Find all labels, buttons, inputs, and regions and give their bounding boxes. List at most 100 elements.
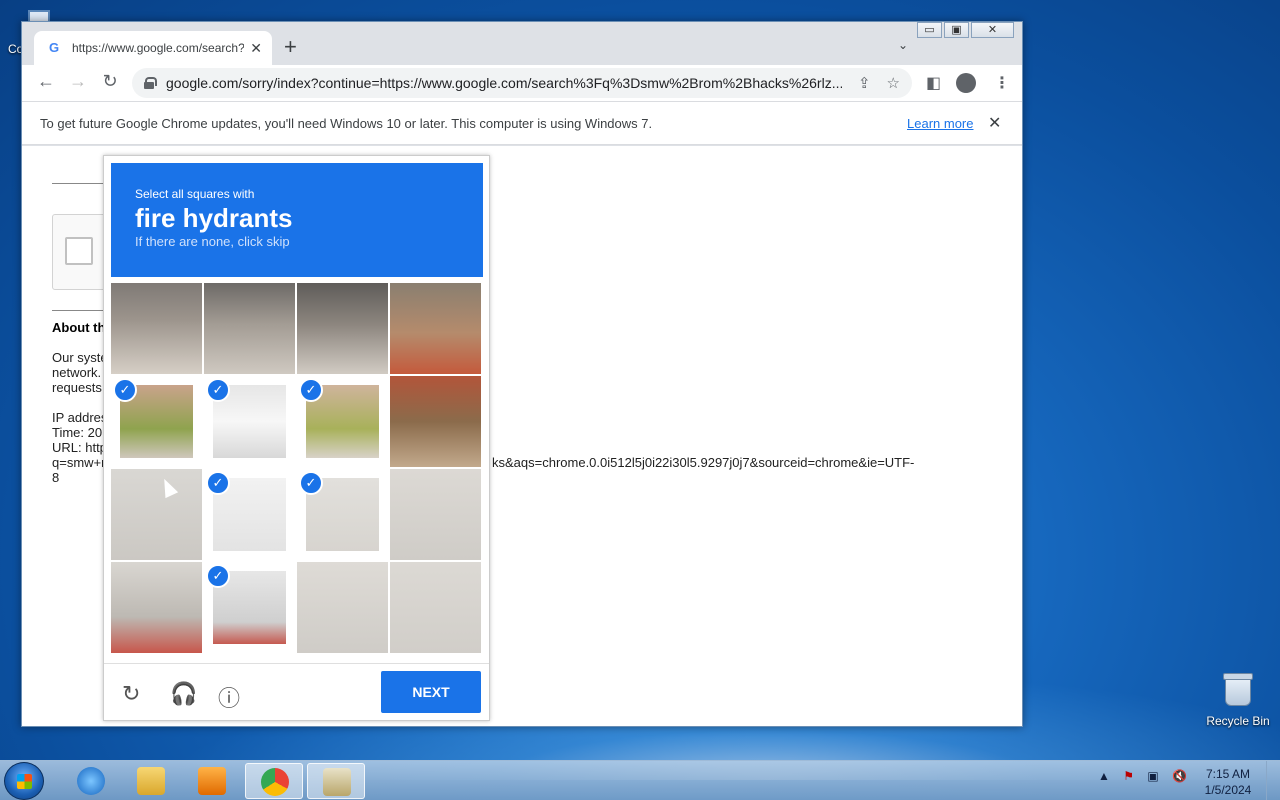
reload-challenge-icon[interactable]: ↻	[122, 681, 140, 707]
recycle-bin-icon	[1223, 673, 1253, 706]
captcha-tile[interactable]: ✓	[204, 469, 295, 560]
share-icon[interactable]: ⇪	[858, 74, 871, 92]
infobar-message: To get future Google Chrome updates, you…	[40, 116, 653, 131]
para1-line: network.	[52, 365, 102, 380]
google-favicon-icon: G	[48, 40, 60, 55]
clock-time: 7:15 AM	[1205, 767, 1251, 781]
maximize-button[interactable]: ▣	[944, 22, 969, 38]
new-tab-button[interactable]: +	[284, 34, 297, 60]
action-center-flag-icon[interactable]: ⚑	[1123, 769, 1134, 783]
learn-more-link[interactable]: Learn more	[907, 116, 973, 131]
captcha-tile[interactable]: ✓	[297, 469, 388, 560]
captcha-tile-image	[390, 469, 481, 560]
tray-expand-icon[interactable]: ▲	[1098, 769, 1110, 783]
captcha-tile-image	[111, 283, 202, 374]
selected-check-icon: ✓	[206, 378, 230, 402]
captcha-tile[interactable]	[111, 562, 202, 653]
folder-icon	[137, 767, 165, 795]
next-button[interactable]: NEXT	[381, 671, 481, 713]
address-text[interactable]: google.com/sorry/index?continue=https://…	[166, 75, 842, 91]
system-tray: ▲ ⚑ ▣ 🔇	[1098, 769, 1197, 783]
instruction-small: Select all squares with	[135, 187, 255, 201]
taskbar-ie[interactable]	[62, 763, 120, 799]
captcha-tile[interactable]: ✓	[204, 562, 295, 653]
lock-icon[interactable]	[144, 77, 157, 89]
forward-button[interactable]: →	[66, 71, 90, 92]
selected-check-icon: ✓	[299, 471, 323, 495]
time-line: Time: 20	[52, 425, 103, 440]
recaptcha-challenge: Select all squares with fire hydrants If…	[103, 155, 490, 721]
show-desktop-button[interactable]	[1266, 761, 1280, 800]
back-button[interactable]: ←	[34, 71, 58, 92]
media-player-icon	[198, 767, 226, 795]
taskbar-app[interactable]	[307, 763, 365, 799]
app-icon	[323, 768, 351, 796]
bookmark-star-icon[interactable]: ☆	[887, 74, 900, 92]
challenge-footer: ↻ 🎧 ⓘ NEXT	[104, 663, 489, 721]
para1-line: requests	[52, 380, 102, 395]
captcha-tile[interactable]	[390, 376, 481, 467]
captcha-tile[interactable]: ✓	[204, 376, 295, 467]
info-icon[interactable]: ⓘ	[218, 681, 240, 713]
tab-close-icon[interactable]: ✕	[250, 40, 262, 57]
captcha-tile[interactable]	[204, 283, 295, 374]
clock-date: 1/5/2024	[1204, 783, 1252, 797]
ip-address-line: IP addres	[52, 410, 108, 425]
captcha-tile[interactable]	[297, 283, 388, 374]
side-panel-icon[interactable]: ◧	[926, 73, 941, 93]
captcha-tile[interactable]	[390, 469, 481, 560]
challenge-header: Select all squares with fire hydrants If…	[111, 163, 483, 277]
infobar-close-icon[interactable]: ✕	[988, 113, 1001, 133]
network-icon[interactable]: ▣	[1147, 769, 1158, 783]
taskbar: ▲ ⚑ ▣ 🔇 7:15 AM 1/5/2024	[0, 760, 1280, 800]
start-button[interactable]	[4, 762, 44, 800]
taskbar-media-player[interactable]	[183, 763, 241, 799]
captcha-tile[interactable]	[390, 283, 481, 374]
chrome-icon	[261, 768, 289, 796]
captcha-tile[interactable]: ✓	[297, 376, 388, 467]
recycle-bin-label: Recycle Bin	[1206, 714, 1270, 728]
tab-search-chevron-icon[interactable]: ⌄	[898, 38, 908, 52]
address-bar[interactable]: google.com/sorry/index?continue=https://…	[132, 68, 912, 98]
captcha-tile-image	[204, 283, 295, 374]
tab-title: https://www.google.com/search?	[72, 41, 245, 55]
menu-kebab-icon[interactable]: ⋮	[994, 73, 1010, 93]
window-close-button[interactable]: ✕	[971, 22, 1014, 38]
minimize-button[interactable]: ▭	[917, 22, 942, 38]
audio-challenge-icon[interactable]: 🎧	[170, 681, 197, 707]
captcha-tile-image	[297, 283, 388, 374]
captcha-tile-image	[390, 376, 481, 467]
selected-check-icon: ✓	[113, 378, 137, 402]
url-line: URL: http	[52, 440, 107, 455]
recycle-bin[interactable]: Recycle Bin	[1200, 673, 1276, 730]
taskbar-explorer[interactable]	[122, 763, 180, 799]
captcha-tile[interactable]	[297, 562, 388, 653]
selected-check-icon: ✓	[299, 378, 323, 402]
internet-explorer-icon	[77, 767, 105, 795]
selected-check-icon: ✓	[206, 564, 230, 588]
browser-toolbar: ← → ↻ google.com/sorry/index?continue=ht…	[22, 65, 1022, 101]
url-line: 8	[52, 470, 60, 485]
instruction-target: fire hydrants	[135, 203, 293, 233]
recaptcha-checkbox[interactable]	[65, 237, 93, 265]
captcha-tile[interactable]	[111, 469, 202, 560]
window-controls: ▭ ▣ ✕	[915, 22, 1014, 38]
captcha-tile[interactable]: ✓	[111, 376, 202, 467]
clock[interactable]: 7:15 AM 1/5/2024	[1198, 766, 1258, 798]
browser-tab[interactable]: G https://www.google.com/search? ✕	[34, 31, 272, 65]
profile-avatar-icon[interactable]	[956, 73, 976, 93]
captcha-tile-image	[111, 562, 202, 653]
reload-button[interactable]: ↻	[98, 71, 122, 92]
captcha-tile-image	[390, 562, 481, 653]
update-infobar: To get future Google Chrome updates, you…	[22, 101, 1022, 145]
selected-check-icon: ✓	[206, 471, 230, 495]
instruction-note: If there are none, click skip	[135, 234, 290, 249]
url-line: q=smw+r	[52, 455, 106, 470]
image-grid: ✓ ✓ ✓ ✓ ✓ ✓	[111, 283, 483, 655]
captcha-tile[interactable]	[390, 562, 481, 653]
taskbar-chrome[interactable]	[245, 763, 303, 799]
volume-muted-icon[interactable]: 🔇	[1172, 769, 1187, 783]
url-tail-text: ks&aqs=chrome.0.0i512l5j0i22i30l5.9297j0…	[492, 455, 915, 470]
captcha-tile[interactable]	[111, 283, 202, 374]
captcha-tile-image	[111, 469, 202, 560]
